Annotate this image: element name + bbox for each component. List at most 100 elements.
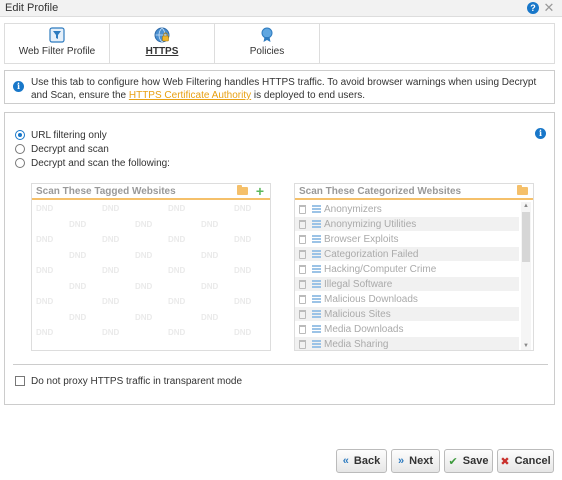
category-label: Illegal Software [324, 278, 393, 290]
radio-button[interactable] [15, 144, 25, 154]
radio-url-filtering-only[interactable]: URL filtering only [15, 128, 107, 142]
dnd-watermark: DND [234, 235, 252, 244]
category-list-item[interactable]: Categorization Failed [295, 247, 519, 261]
dnd-watermark: DND [36, 235, 54, 244]
radio-button[interactable] [15, 158, 25, 168]
checkmark-icon: ✔ [448, 455, 458, 468]
trash-icon[interactable] [299, 204, 306, 214]
list-icon [312, 310, 321, 318]
trash-icon[interactable] [299, 249, 306, 259]
dnd-watermark: DND [168, 266, 186, 275]
tab-label: Web Filter Profile [18, 46, 96, 57]
trash-icon[interactable] [299, 234, 306, 244]
folder-icon[interactable] [517, 185, 528, 195]
tab-https[interactable]: HTTPS [110, 24, 215, 63]
category-label: Categorization Failed [324, 248, 419, 260]
dnd-watermark: DND [36, 297, 54, 306]
scroll-thumb[interactable] [522, 212, 530, 262]
list-icon [312, 280, 321, 288]
list-icon [312, 250, 321, 258]
dnd-watermark: DND [234, 204, 252, 213]
radio-decrypt-and-scan-following[interactable]: Decrypt and scan the following: [15, 156, 170, 170]
cancel-button[interactable]: ✖ Cancel [497, 449, 554, 473]
dnd-watermark: DND [135, 219, 153, 229]
list-icon [312, 340, 321, 348]
trash-icon[interactable] [299, 264, 306, 274]
category-list-item[interactable]: Media Downloads [295, 322, 519, 336]
radio-button[interactable] [15, 130, 25, 140]
back-arrows-icon: « [342, 455, 349, 467]
info-banner: i Use this tab to configure how Web Filt… [4, 70, 555, 104]
category-list-item[interactable]: Browser Exploits [295, 232, 519, 246]
help-icon[interactable]: ? [527, 2, 539, 14]
trash-icon[interactable] [299, 309, 306, 319]
category-list-item[interactable]: Malicious Downloads [295, 292, 519, 306]
category-list-item[interactable]: Hacking/Computer Crime [295, 262, 519, 276]
tab-policies[interactable]: Policies [215, 24, 320, 63]
category-label: Media Downloads [324, 323, 404, 335]
cancel-button-label: Cancel [514, 455, 551, 467]
category-list-item[interactable]: Anonymizers [295, 202, 519, 216]
categorized-websites-box: Scan These Categorized Websites Anonymiz… [294, 183, 534, 351]
category-label: Media Sharing [324, 338, 389, 350]
ribbon-icon [261, 27, 273, 42]
dnd-watermark: DND [168, 297, 186, 306]
transparent-mode-option[interactable]: Do not proxy HTTPS traffic in transparen… [15, 374, 242, 388]
funnel-icon [49, 27, 65, 43]
trash-icon[interactable] [299, 324, 306, 334]
tab-label: Policies [249, 46, 285, 57]
category-label: Malicious Sites [324, 308, 391, 320]
dnd-watermark: DND [168, 204, 186, 213]
category-scrollbar[interactable]: ▲ ▼ [521, 202, 531, 350]
dnd-watermark: DND [69, 281, 87, 291]
category-list-item[interactable]: Anonymizing Utilities [295, 217, 519, 231]
category-label: Browser Exploits [324, 233, 399, 245]
trash-icon[interactable] [299, 339, 306, 349]
lock-globe-icon [154, 27, 170, 43]
save-button-label: Save [462, 455, 489, 467]
list-icon [312, 220, 321, 228]
info-icon[interactable]: i [535, 128, 546, 139]
scroll-down-icon[interactable]: ▼ [521, 342, 531, 350]
trash-icon[interactable] [299, 294, 306, 304]
category-list-item[interactable]: Malicious Sites [295, 307, 519, 321]
next-button[interactable]: » Next [391, 449, 440, 473]
list-icon [312, 205, 321, 213]
list-icon [312, 265, 321, 273]
scroll-up-icon[interactable]: ▲ [521, 202, 531, 210]
box-title: Scan These Categorized Websites [299, 186, 462, 197]
certificate-authority-link[interactable]: HTTPS Certificate Authority [129, 90, 251, 101]
list-icon [312, 235, 321, 243]
dnd-watermark: DND [102, 204, 120, 213]
next-button-label: Next [409, 455, 433, 467]
tab-web-filter-profile[interactable]: Web Filter Profile [5, 24, 110, 63]
trash-icon[interactable] [299, 279, 306, 289]
dnd-watermark: DND [36, 204, 54, 213]
dnd-watermark: DND [135, 312, 153, 322]
back-button[interactable]: « Back [336, 449, 387, 473]
dnd-watermark: DND [69, 250, 87, 260]
dnd-watermark: DND [201, 219, 219, 229]
add-icon[interactable]: + [254, 184, 266, 198]
category-label: Hacking/Computer Crime [324, 263, 437, 275]
trash-icon[interactable] [299, 219, 306, 229]
radio-decrypt-and-scan[interactable]: Decrypt and scan [15, 142, 109, 156]
dnd-watermark: DND [102, 328, 120, 337]
dnd-watermark: DND [234, 266, 252, 275]
category-list-item[interactable]: Illegal Software [295, 277, 519, 291]
save-button[interactable]: ✔ Save [444, 449, 493, 473]
dnd-watermark: DND [201, 250, 219, 260]
dnd-watermark: DND [102, 235, 120, 244]
info-text-end: is deployed to end users. [251, 90, 366, 101]
next-arrows-icon: » [398, 455, 405, 467]
category-list-item[interactable]: Media Sharing [295, 337, 519, 350]
list-icon [312, 295, 321, 303]
dnd-watermark: DND [102, 297, 120, 306]
folder-icon[interactable] [237, 185, 248, 195]
drag-drop-area[interactable]: DND DND DND DND DND DND DND DND DND DND DND DND DND D… [36, 204, 266, 344]
category-label: Anonymizers [324, 203, 382, 215]
checkbox-label: Do not proxy HTTPS traffic in transparen… [31, 375, 243, 387]
radio-label: Decrypt and scan the following: [31, 157, 170, 169]
close-icon[interactable]: ✕ [543, 0, 555, 16]
transparent-mode-checkbox[interactable] [15, 376, 25, 386]
